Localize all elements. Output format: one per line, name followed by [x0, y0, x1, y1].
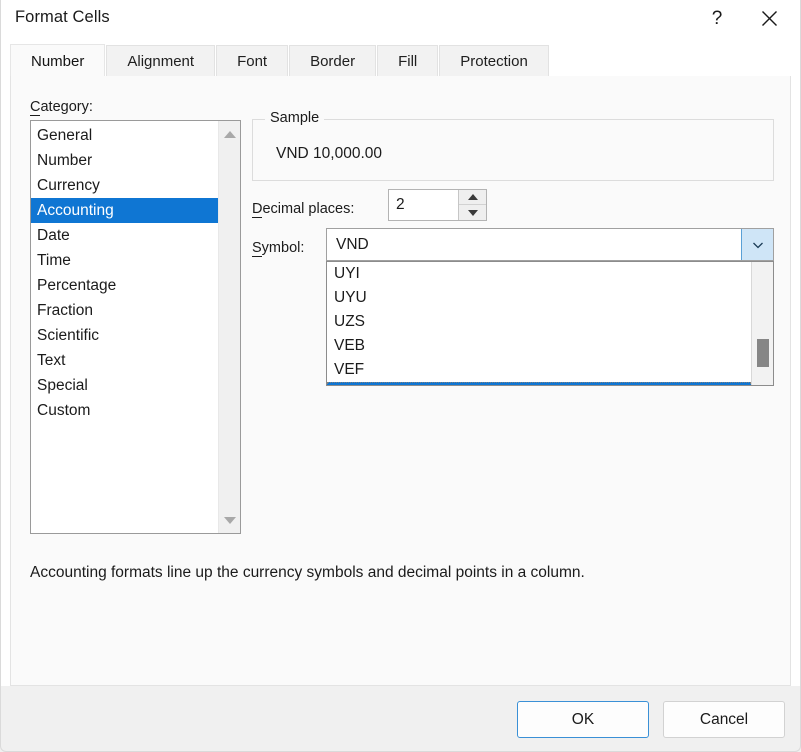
close-x-icon	[761, 11, 777, 26]
symbol-label: Symbol:	[252, 240, 305, 257]
symbol-option-uyi[interactable]: UYI	[327, 262, 751, 286]
spinner-down-icon	[467, 209, 478, 216]
category-item-accounting[interactable]: Accounting	[31, 198, 218, 223]
symbol-option-uyu[interactable]: UYU	[327, 286, 751, 310]
tab-font[interactable]: Font	[216, 45, 289, 77]
category-item-percentage[interactable]: Percentage	[31, 273, 218, 298]
tab-border[interactable]: Border	[289, 45, 377, 77]
category-item-special[interactable]: Special	[31, 373, 218, 398]
symbol-dropdown-scrollbar[interactable]	[751, 262, 773, 385]
sample-groupbox: Sample VND 10,000.00	[252, 110, 774, 181]
category-label: Category:	[30, 99, 93, 116]
category-listbox[interactable]: General Number Currency Accounting Date …	[30, 120, 241, 534]
tab-alignment[interactable]: Alignment	[106, 45, 216, 77]
symbol-dropdown-items: UYI UYU UZS VEB VEF VND	[327, 262, 751, 385]
category-item-text[interactable]: Text	[31, 348, 218, 373]
category-label-rest: ategory:	[40, 99, 93, 115]
help-button[interactable]: ?	[694, 0, 740, 37]
category-item-fraction[interactable]: Fraction	[31, 298, 218, 323]
decimal-places-spin-buttons	[458, 190, 486, 220]
triangle-down-icon	[224, 516, 236, 524]
question-mark-icon: ?	[711, 7, 723, 29]
category-item-scientific[interactable]: Scientific	[31, 323, 218, 348]
category-item-time[interactable]: Time	[31, 248, 218, 273]
tab-fill[interactable]: Fill	[377, 45, 439, 77]
triangle-up-icon	[224, 130, 236, 138]
tab-label: Alignment	[127, 53, 195, 70]
category-scroll-up-button[interactable]	[219, 123, 241, 145]
sample-legend: Sample	[265, 110, 325, 126]
symbol-option-veb[interactable]: VEB	[327, 334, 751, 358]
sample-value: VND 10,000.00	[276, 145, 382, 162]
symbol-option-uzs[interactable]: UZS	[327, 310, 751, 334]
symbol-selected-value[interactable]: VND	[327, 229, 741, 260]
tab-label: Protection	[460, 53, 528, 70]
decimal-places-increment-button[interactable]	[459, 190, 486, 205]
ok-button-label: OK	[571, 710, 595, 728]
category-item-general[interactable]: General	[31, 123, 218, 148]
decimal-places-input[interactable]: 2	[389, 190, 458, 220]
ok-button[interactable]: OK	[517, 701, 649, 738]
symbol-dropdown-button[interactable]	[741, 229, 773, 260]
cancel-button[interactable]: Cancel	[663, 701, 785, 738]
dialog-footer: OK Cancel	[0, 686, 801, 752]
category-scroll-down-button[interactable]	[219, 509, 241, 531]
decimal-places-stepper[interactable]: 2	[388, 189, 487, 221]
tab-label: Fill	[398, 53, 418, 70]
tab-label: Font	[237, 53, 268, 70]
category-items: General Number Currency Accounting Date …	[31, 121, 218, 533]
symbol-dropdown-scroll-thumb[interactable]	[757, 339, 769, 367]
symbol-option-vef[interactable]: VEF	[327, 358, 751, 382]
tab-strip: Number Alignment Font Border Fill Protec…	[10, 44, 550, 77]
decimal-places-label-rest: ecimal places:	[262, 201, 355, 217]
tab-number[interactable]: Number	[10, 44, 106, 77]
symbol-option-vnd[interactable]: VND	[327, 382, 751, 385]
tab-protection[interactable]: Protection	[439, 45, 549, 77]
cancel-button-label: Cancel	[699, 710, 749, 728]
number-tab-panel: Category: General Number Currency Accoun…	[10, 76, 791, 686]
category-scrollbar[interactable]	[218, 121, 240, 533]
chevron-down-icon	[752, 242, 763, 248]
close-button[interactable]	[746, 0, 792, 37]
symbol-combobox[interactable]: VND	[326, 228, 774, 261]
decimal-places-label: Decimal places:	[252, 201, 355, 218]
symbol-dropdown-list[interactable]: UYI UYU UZS VEB VEF VND	[326, 261, 774, 386]
format-description: Accounting formats line up the currency …	[30, 564, 585, 581]
category-item-custom[interactable]: Custom	[31, 398, 218, 423]
decimal-places-decrement-button[interactable]	[459, 205, 486, 220]
category-item-number[interactable]: Number	[31, 148, 218, 173]
spinner-up-icon	[467, 194, 478, 200]
window-title: Format Cells	[15, 8, 110, 26]
title-bar: Format Cells ?	[0, 0, 801, 37]
symbol-label-rest: ymbol:	[261, 240, 305, 256]
tab-label: Number	[31, 52, 85, 70]
category-item-currency[interactable]: Currency	[31, 173, 218, 198]
category-item-date[interactable]: Date	[31, 223, 218, 248]
tab-label: Border	[310, 53, 356, 70]
